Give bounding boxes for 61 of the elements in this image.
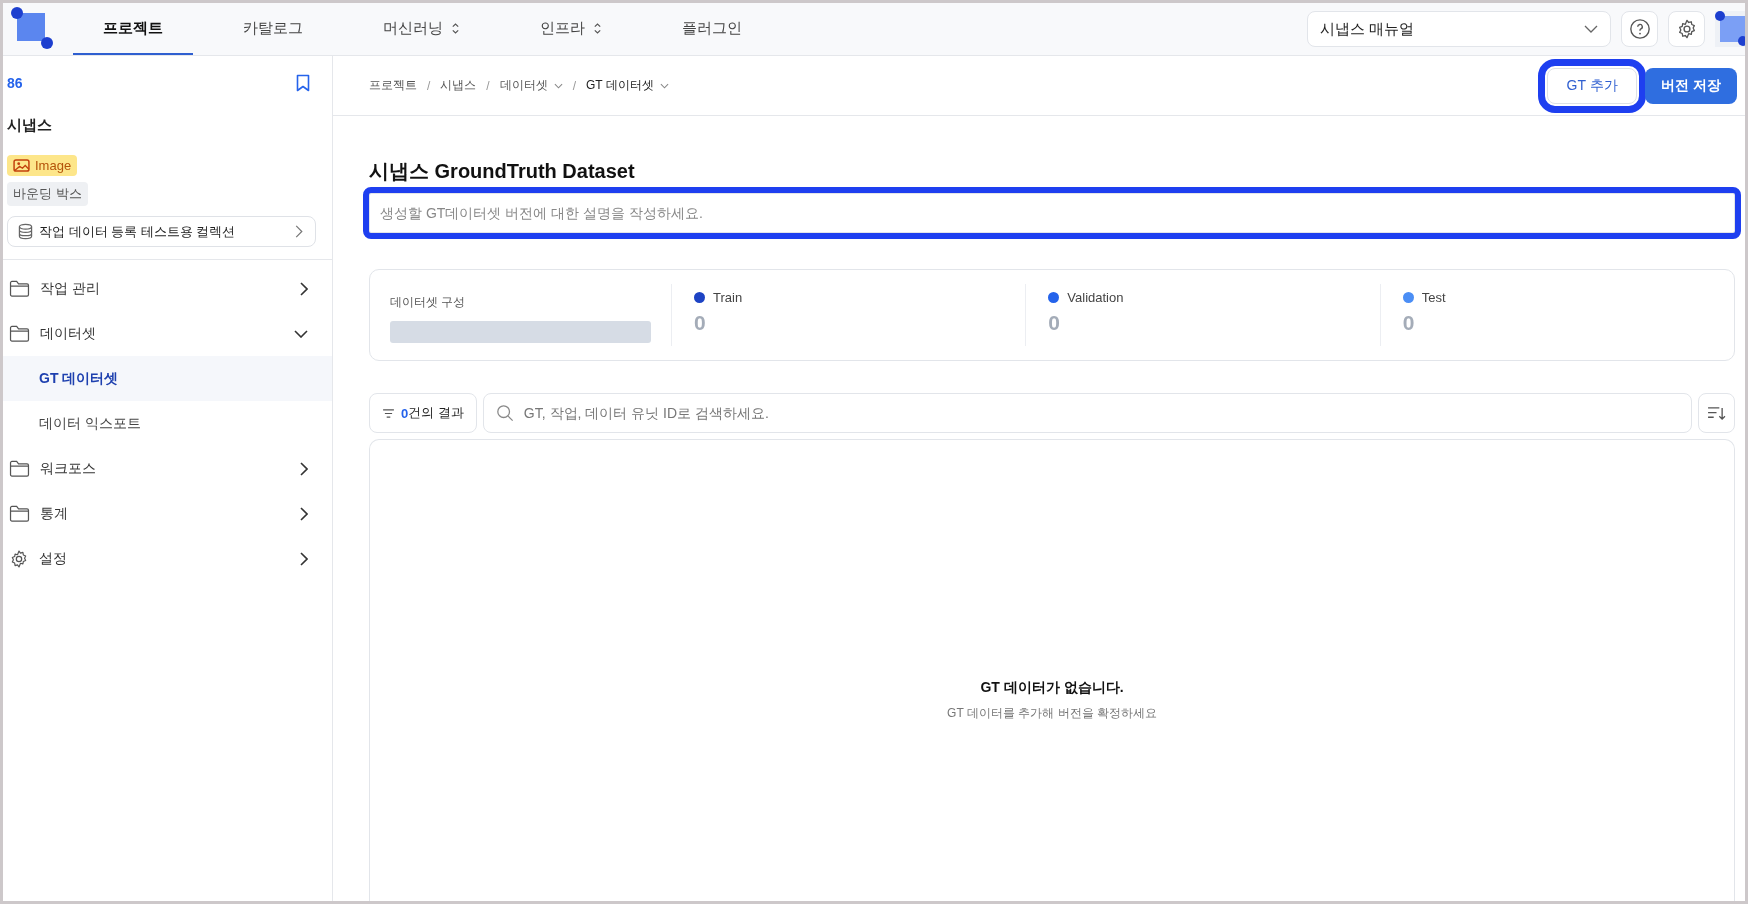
logo-icon[interactable] [11, 7, 55, 51]
chevron-right-icon [295, 225, 303, 238]
empty-title: GT 데이터가 없습니다. [980, 679, 1124, 697]
breadcrumb-link[interactable]: 프로젝트 [369, 77, 417, 94]
folder-icon [9, 460, 30, 477]
chevron-down-icon [294, 329, 308, 338]
filter-button[interactable]: 0건의 결과 [369, 393, 477, 433]
collection-button[interactable]: 작업 데이터 등록 테스트용 컬렉션 [7, 216, 316, 247]
breadcrumb-separator: / [572, 78, 577, 93]
composition-label: 데이터셋 구성 [390, 294, 467, 311]
sidebar-item[interactable]: 워크포스 [3, 446, 332, 491]
database-icon [18, 223, 33, 240]
image-icon [13, 159, 30, 172]
sidebar-item[interactable]: 통계 [3, 491, 332, 536]
breadcrumb-separator: / [427, 78, 431, 93]
help-icon [1628, 18, 1651, 40]
settings-button[interactable] [1668, 11, 1705, 47]
split-name: Validation [1067, 290, 1124, 305]
nav-tab[interactable]: 인프라 [510, 3, 632, 55]
manual-select[interactable]: 시냅스 매뉴얼 [1307, 11, 1611, 47]
settings-icon [9, 548, 29, 569]
split-count: 0 [1048, 311, 1061, 335]
project-id: 86 [7, 75, 23, 91]
empty-message: GT 데이터를 추가해 버전을 확정하세요 [947, 705, 1157, 722]
chevron-right-icon [300, 551, 308, 566]
split-count: 0 [1402, 311, 1416, 335]
sidebar-item[interactable]: 설정 [3, 536, 332, 581]
bookmark-icon[interactable] [296, 74, 310, 92]
annotation-type-tag: 바운딩 박스 [7, 182, 88, 206]
chevron-right-icon [300, 506, 308, 521]
page-title: 시냅스 GroundTruth Dataset [369, 159, 636, 184]
filter-icon [382, 408, 395, 418]
folder-icon [9, 280, 30, 297]
split-name: Test [1421, 290, 1446, 305]
nav-tab[interactable]: 프로젝트 [73, 3, 193, 55]
nav-tab[interactable]: 머신러닝 [353, 3, 490, 55]
avatar-icon[interactable] [1715, 11, 1745, 47]
nav-tab[interactable]: 카탈로그 [213, 3, 333, 55]
project-name: 시냅스 [6, 115, 53, 135]
data-type-label: Image [35, 158, 72, 173]
folder-icon [9, 505, 30, 522]
chevron-right-icon [300, 461, 308, 476]
sidebar-item[interactable]: 데이터셋 [3, 311, 332, 356]
action-button[interactable]: 버전 저장 [1645, 67, 1737, 104]
sidebar-item[interactable]: 작업 관리 [3, 266, 332, 311]
split-count: 0 [694, 311, 707, 335]
nav-tab[interactable]: 플러그인 [652, 3, 772, 55]
folder-icon [9, 325, 30, 342]
sidebar-subitem[interactable]: 데이터 익스포트 [3, 401, 332, 446]
split-name: Train [713, 290, 743, 305]
sort-icon [1707, 405, 1726, 421]
breadcrumb-link[interactable]: GT 데이터셋 [586, 77, 669, 94]
search-field[interactable]: GT, 작업, 데이터 유닛 ID로 검색하세요. [482, 393, 1692, 433]
breadcrumb-link[interactable]: 데이터셋 [499, 77, 563, 94]
chevron-right-icon [300, 281, 308, 296]
sort-button[interactable] [1698, 393, 1735, 433]
chevron-down-icon [1584, 25, 1598, 33]
help-button[interactable] [1621, 11, 1658, 47]
sidebar-subitem[interactable]: GT 데이터셋 [3, 356, 332, 401]
breadcrumb-separator: / [486, 78, 490, 93]
breadcrumb-link[interactable]: 시냅스 [440, 77, 477, 94]
